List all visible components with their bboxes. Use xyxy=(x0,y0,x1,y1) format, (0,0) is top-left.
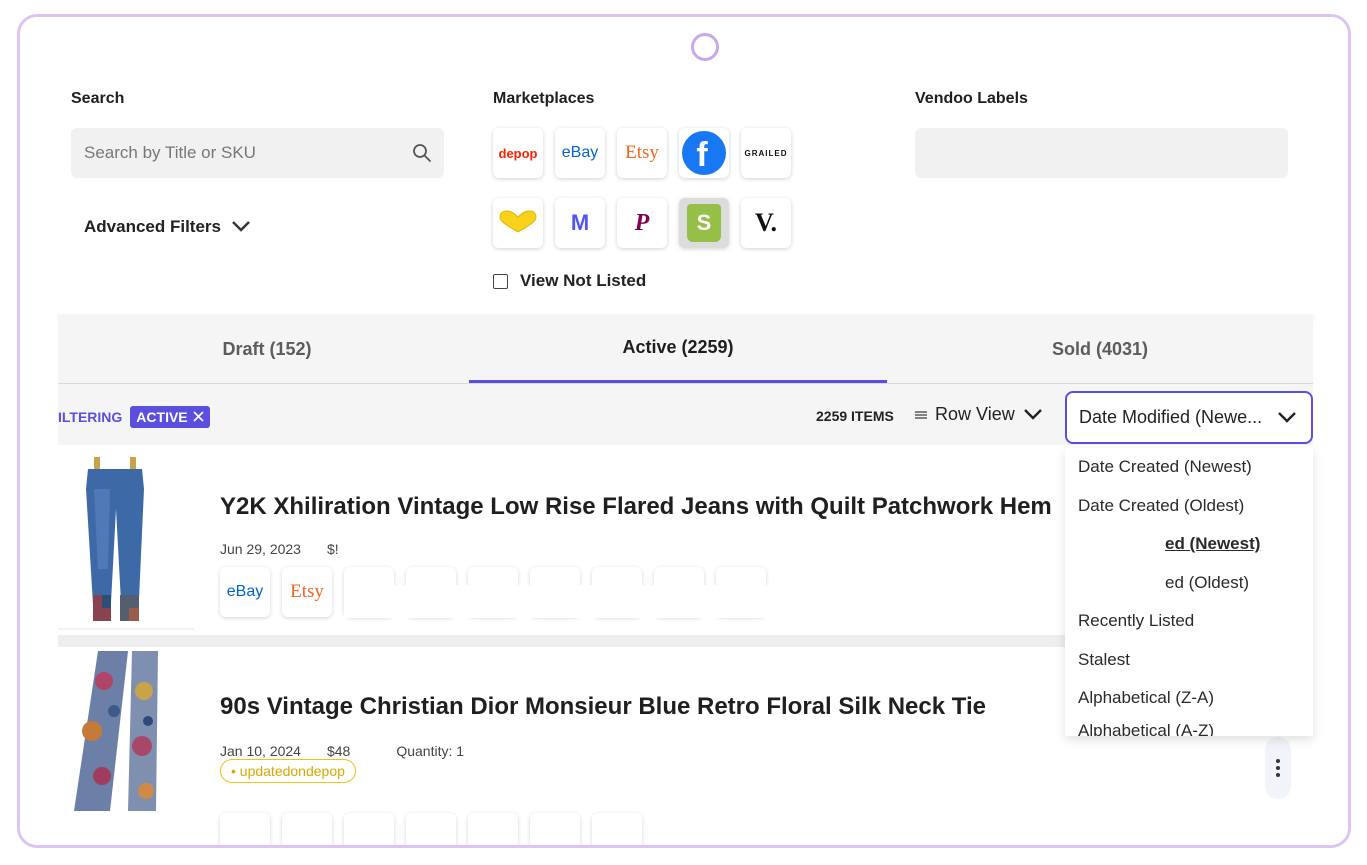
view-not-listed-toggle[interactable]: View Not Listed xyxy=(493,271,646,291)
chevron-down-icon xyxy=(231,217,251,237)
view-not-listed-checkbox[interactable] xyxy=(493,273,508,289)
sort-option[interactable]: Recently Listed xyxy=(1065,602,1313,641)
active-filters: ILTERING ACTIVE xyxy=(58,406,210,428)
listing-title[interactable]: 90s Vintage Christian Dior Monsieur Blue… xyxy=(220,693,986,721)
sort-option-selected[interactable]: ed (Newest) xyxy=(1065,525,1313,564)
marketplace-depop[interactable]: depop xyxy=(493,128,543,178)
tab-draft[interactable]: Draft (152) xyxy=(58,314,476,384)
marketplace-poshmark[interactable]: P xyxy=(617,198,667,248)
marketplace-ebay[interactable]: eBay xyxy=(555,128,605,178)
listing-marketplace-empty[interactable] xyxy=(468,813,518,845)
marketplace-shopify[interactable]: S xyxy=(679,198,729,248)
item-count: 2259 ITEMS xyxy=(816,408,894,424)
more-options-icon[interactable] xyxy=(1265,737,1291,799)
ebay-logo: eBay xyxy=(561,144,599,161)
chevron-down-icon xyxy=(1277,407,1297,428)
sort-option[interactable]: Alphabetical (A-Z) xyxy=(1065,712,1313,736)
vendoo-labels-select[interactable] xyxy=(915,128,1288,178)
chevron-down-icon xyxy=(1023,404,1043,425)
status-tabs: Draft (152) Active (2259) Sold (4031) xyxy=(58,314,1313,384)
sort-option[interactable]: Stalest xyxy=(1065,641,1313,680)
icon-row-mask xyxy=(344,585,774,618)
vendoo-labels-label: Vendoo Labels xyxy=(915,90,1028,107)
listing-thumbnail[interactable] xyxy=(58,449,194,636)
listing-marketplace-ebay[interactable]: eBay xyxy=(220,567,270,617)
marketplace-mercari[interactable]: M xyxy=(555,198,605,248)
shopify-bag-icon: S xyxy=(687,204,721,242)
listing-date: Jan 10, 2024 xyxy=(220,743,301,759)
listing-marketplace-empty[interactable] xyxy=(220,813,270,845)
sort-option[interactable]: Date Created (Oldest) xyxy=(1065,487,1313,526)
grailed-logo: GRAILED xyxy=(744,148,788,158)
marketplace-grailed[interactable]: GRAILED xyxy=(741,128,791,178)
search-label: Search xyxy=(71,90,125,107)
mercari-logo: M xyxy=(570,210,590,235)
depop-logo: depop xyxy=(498,145,538,161)
marketplace-facebook[interactable]: f xyxy=(679,128,729,178)
listing-meta: Jun 29, 2023 $! xyxy=(220,541,339,557)
sort-select[interactable]: Date Modified (Newe... xyxy=(1065,391,1313,444)
listing-quantity: Quantity: 1 xyxy=(396,743,465,759)
advanced-filters-toggle[interactable]: Advanced Filters xyxy=(84,217,251,237)
tab-active[interactable]: Active (2259) xyxy=(469,314,887,383)
listing-date: Jun 29, 2023 xyxy=(220,541,301,557)
marketplace-vestiaire[interactable]: V. xyxy=(741,198,791,248)
list-toolbar: ILTERING ACTIVE 2259 ITEMS Row View Date… xyxy=(58,384,1313,448)
listing-price: $! xyxy=(326,541,339,557)
vestiaire-logo: V. xyxy=(755,208,777,237)
search-icon[interactable] xyxy=(412,143,432,168)
app-frame: Search Advanced Filters Marketplaces dep… xyxy=(17,14,1351,848)
listing-label-badge[interactable]: • updatedondepop xyxy=(220,759,356,783)
sort-option[interactable]: ed (Oldest) xyxy=(1065,564,1313,603)
listing-meta: Jan 10, 2024 $48 Quantity: 1 xyxy=(220,743,464,759)
view-mode-label: Row View xyxy=(935,404,1015,424)
marketplace-etsy[interactable]: Etsy xyxy=(617,128,667,178)
tab-sold[interactable]: Sold (4031) xyxy=(891,314,1309,384)
marketplace-kidizen[interactable] xyxy=(493,198,543,248)
marketplaces-label: Marketplaces xyxy=(493,90,595,107)
view-mode-select[interactable]: Row View xyxy=(915,404,1043,425)
etsy-logo: Etsy xyxy=(290,581,324,602)
kidizen-heart-icon xyxy=(498,209,538,237)
listing-marketplace-etsy[interactable]: Etsy xyxy=(282,567,332,617)
listing-title[interactable]: Y2K Xhiliration Vintage Low Rise Flared … xyxy=(220,493,1052,521)
search-input[interactable] xyxy=(71,128,391,178)
poshmark-logo: P xyxy=(634,209,650,236)
close-icon[interactable] xyxy=(193,409,204,425)
sort-option[interactable]: Date Created (Newest) xyxy=(1065,448,1313,487)
etsy-logo: Etsy xyxy=(625,142,659,163)
view-not-listed-label: View Not Listed xyxy=(520,271,647,290)
filter-chip-label: ACTIVE xyxy=(136,409,188,425)
listing-marketplace-empty[interactable] xyxy=(344,813,394,845)
listing-marketplace-empty[interactable] xyxy=(530,813,580,845)
search-box[interactable] xyxy=(71,128,444,178)
listing-price: $48 xyxy=(326,743,351,759)
listing-marketplace-empty[interactable] xyxy=(592,813,642,845)
filtering-label: ILTERING xyxy=(58,409,123,425)
sort-select-value: Date Modified (Newe... xyxy=(1079,407,1263,427)
facebook-icon: f xyxy=(682,131,726,175)
sort-dropdown-menu: Date Created (Newest) Date Created (Olde… xyxy=(1065,448,1313,736)
filter-chip-active[interactable]: ACTIVE xyxy=(130,406,210,428)
list-icon xyxy=(915,404,927,425)
ebay-logo: eBay xyxy=(226,583,264,600)
listing-marketplace-empty[interactable] xyxy=(282,813,332,845)
advanced-filters-label: Advanced Filters xyxy=(84,217,221,236)
listing-marketplace-empty[interactable] xyxy=(406,813,456,845)
loading-ring-icon xyxy=(691,33,719,61)
listing-thumbnail[interactable] xyxy=(58,651,194,816)
